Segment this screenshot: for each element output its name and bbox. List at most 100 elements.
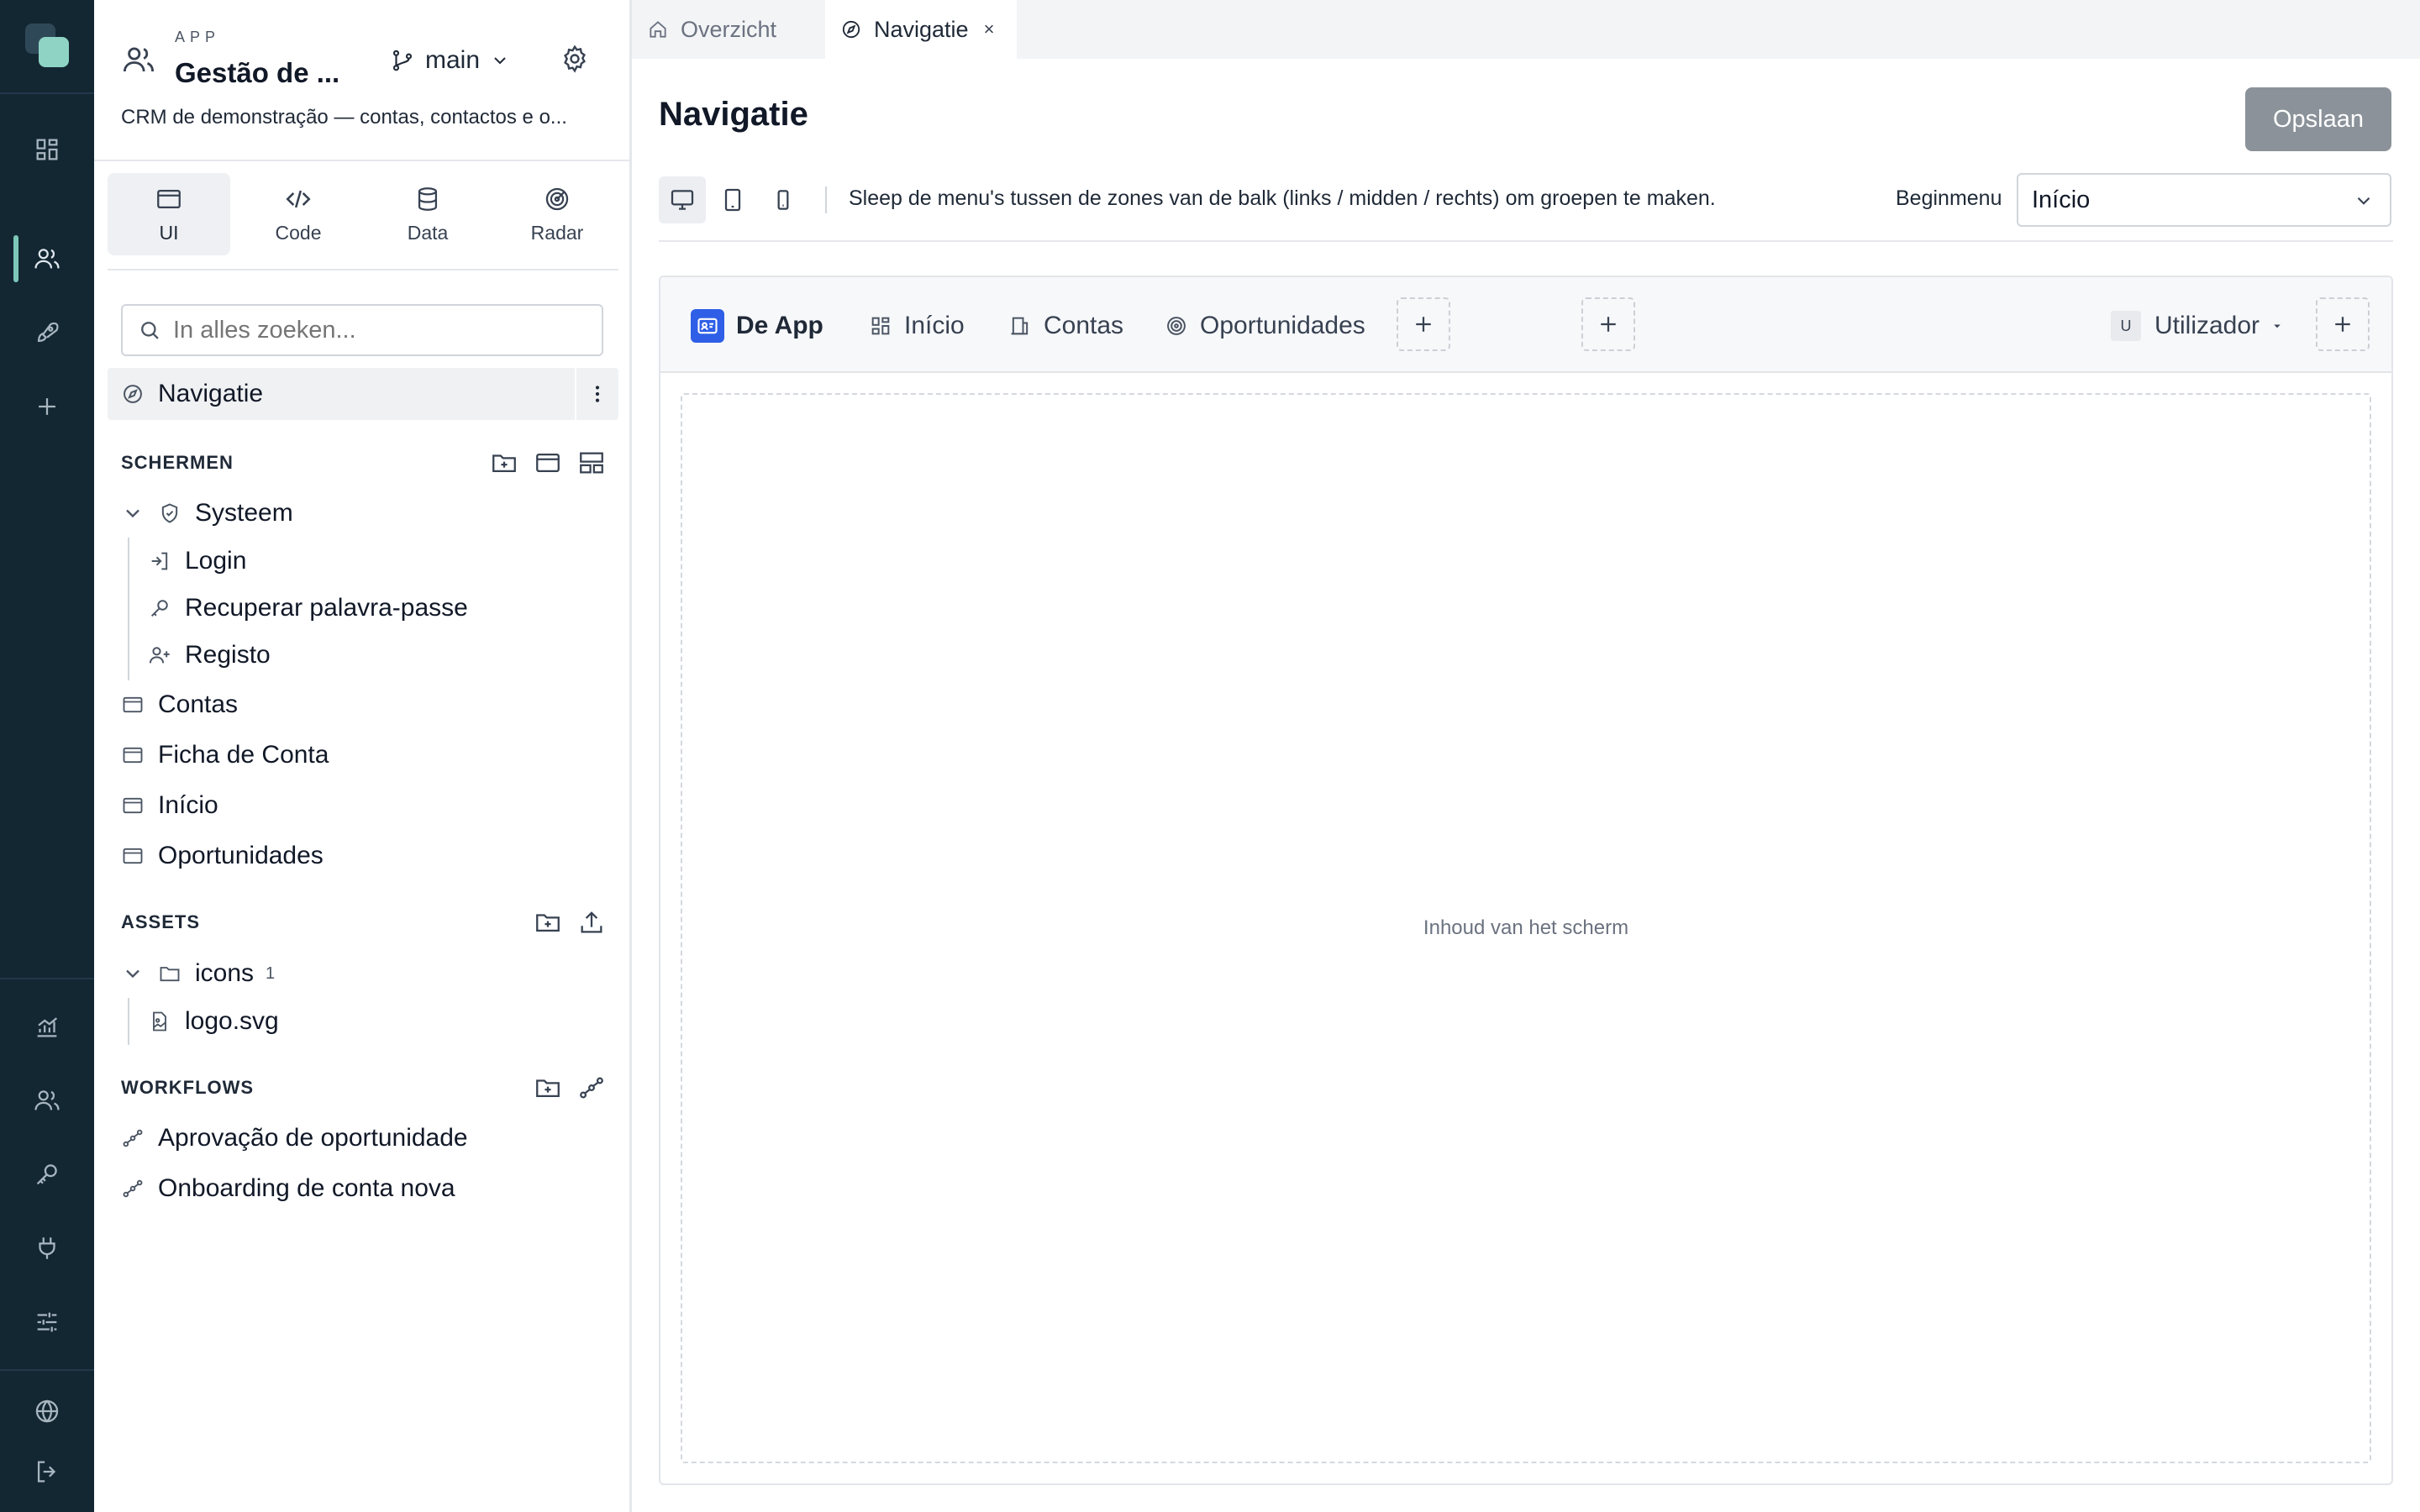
brand-logo-icon [691,309,724,343]
screen-item-ficha-de-conta[interactable]: Ficha de Conta [94,732,629,779]
compass-icon [842,20,860,39]
preview-nav-contas[interactable]: Contas [1008,306,1123,346]
code-icon [284,185,313,213]
tree-group-systeem[interactable]: Systeem [94,490,629,537]
app-name: Gestão de ... [175,57,340,88]
close-tab-icon[interactable]: × [984,18,995,40]
toolbar-divider [825,186,827,213]
more-options-icon[interactable] [575,368,618,420]
app-kicker: APP [175,29,221,45]
screen-item-contas[interactable]: Contas [94,681,629,728]
screen-item-recover-password[interactable]: Recuperar palavra-passe [94,585,629,632]
settings-gear-icon[interactable] [560,44,590,74]
start-menu-select[interactable]: Início [2017,173,2391,227]
screen-content-placeholder: Inhoud van het scherm [681,393,2371,1463]
user-plus-icon [149,647,170,664]
tree-label: Ficha de Conta [158,741,329,769]
new-folder-icon[interactable] [534,908,562,937]
dashboard-icon[interactable] [25,128,69,171]
preview-brand[interactable]: De App [691,306,823,346]
tree-label: Aprovação de oportunidade [158,1124,468,1152]
mode-data[interactable]: Data [366,173,489,255]
team-icon[interactable] [25,1079,69,1122]
add-left-zone-button[interactable] [1397,297,1450,351]
asset-folder-icons[interactable]: icons 1 [94,950,629,997]
image-file-icon [153,1011,166,1032]
app-logo-icon[interactable] [24,22,72,71]
window-icon [123,848,143,864]
mode-label: Code [275,222,322,244]
chevron-down-icon [126,969,139,979]
workflow-icon[interactable] [577,1074,606,1102]
app-users-icon [121,42,156,77]
asset-file-logo[interactable]: logo.svg [94,998,629,1045]
search-input[interactable] [173,316,576,344]
globe-icon[interactable] [25,1389,69,1433]
branch-selector[interactable]: main [390,44,510,77]
add-middle-zone-button[interactable] [1581,297,1635,351]
key-icon[interactable] [25,1152,69,1196]
tablet-icon [724,188,741,212]
assets-heading: ASSETS [121,911,201,932]
mode-code[interactable]: Code [237,173,360,255]
building-icon [1011,317,1028,335]
preview-navbar: De App Início Contas Oportunidades U Uti… [660,277,2391,373]
tab-navigatie[interactable]: Navigatie × [825,0,1017,59]
sliders-icon[interactable] [25,1300,69,1344]
window-icon [123,797,143,814]
brand-name: De App [736,312,823,339]
preview-nav-oportunidades[interactable]: Oportunidades [1165,306,1365,346]
desktop-icon [671,190,694,210]
tab-overzicht[interactable]: Overzicht [632,0,825,59]
logout-icon[interactable] [25,1450,69,1494]
new-folder-icon[interactable] [490,449,518,477]
screen-item-register[interactable]: Registo [94,632,629,679]
rocket-icon[interactable] [25,311,69,354]
device-tablet-button[interactable] [709,176,756,223]
new-layout-icon[interactable] [577,449,606,477]
mode-ui[interactable]: UI [108,173,230,255]
analytics-icon[interactable] [25,1005,69,1048]
mode-label: Radar [530,222,584,244]
users-icon[interactable] [25,237,69,281]
user-label: Utilizador [2154,312,2260,339]
workflow-icon [123,1179,143,1198]
nav-label: Início [904,312,965,339]
screen-item-inicio[interactable]: Início [94,782,629,829]
tab-bar: Overzicht Navigatie × [632,0,2420,59]
plug-icon[interactable] [25,1226,69,1270]
search-box[interactable] [121,304,603,356]
compass-icon [124,385,142,403]
window-icon [123,696,143,713]
app-rail [0,0,94,1512]
divider [94,160,632,161]
plus-icon[interactable] [25,385,69,428]
radar-icon [543,185,571,213]
sidebar: APP Gestão de ... main CRM de demonstraç… [94,0,632,1512]
preview-user-menu[interactable]: U Utilizador [2111,307,2285,344]
screen-item-login[interactable]: Login [94,538,629,585]
nav-label: Contas [1044,312,1124,339]
add-right-zone-button[interactable] [2316,297,2370,351]
mode-label: UI [159,222,179,244]
save-button[interactable]: Opslaan [2245,87,2391,151]
device-desktop-button[interactable] [659,176,706,223]
screens-heading: SCHERMEN [121,452,234,473]
new-screen-icon[interactable] [534,449,562,477]
mode-radar[interactable]: Radar [496,173,618,255]
tab-label: Overzicht [681,16,777,42]
preview-nav-inicio[interactable]: Início [869,306,965,346]
rail-active-indicator [13,235,18,282]
mode-label: Data [407,222,449,244]
new-folder-icon[interactable] [534,1074,562,1102]
device-phone-button[interactable] [760,176,807,223]
workflow-item-approval[interactable]: Aprovação de oportunidade [94,1115,629,1162]
workflow-item-onboarding[interactable]: Onboarding de conta nova [94,1165,629,1212]
nav-config-item[interactable]: Navigatie [108,368,618,420]
tree-label: Oportunidades [158,842,324,869]
upload-icon[interactable] [577,908,606,937]
database-icon [413,185,442,213]
folder-count-badge: 1 [266,963,276,983]
screen-item-oportunidades[interactable]: Oportunidades [94,832,629,879]
caret-down-icon [2274,324,2281,328]
